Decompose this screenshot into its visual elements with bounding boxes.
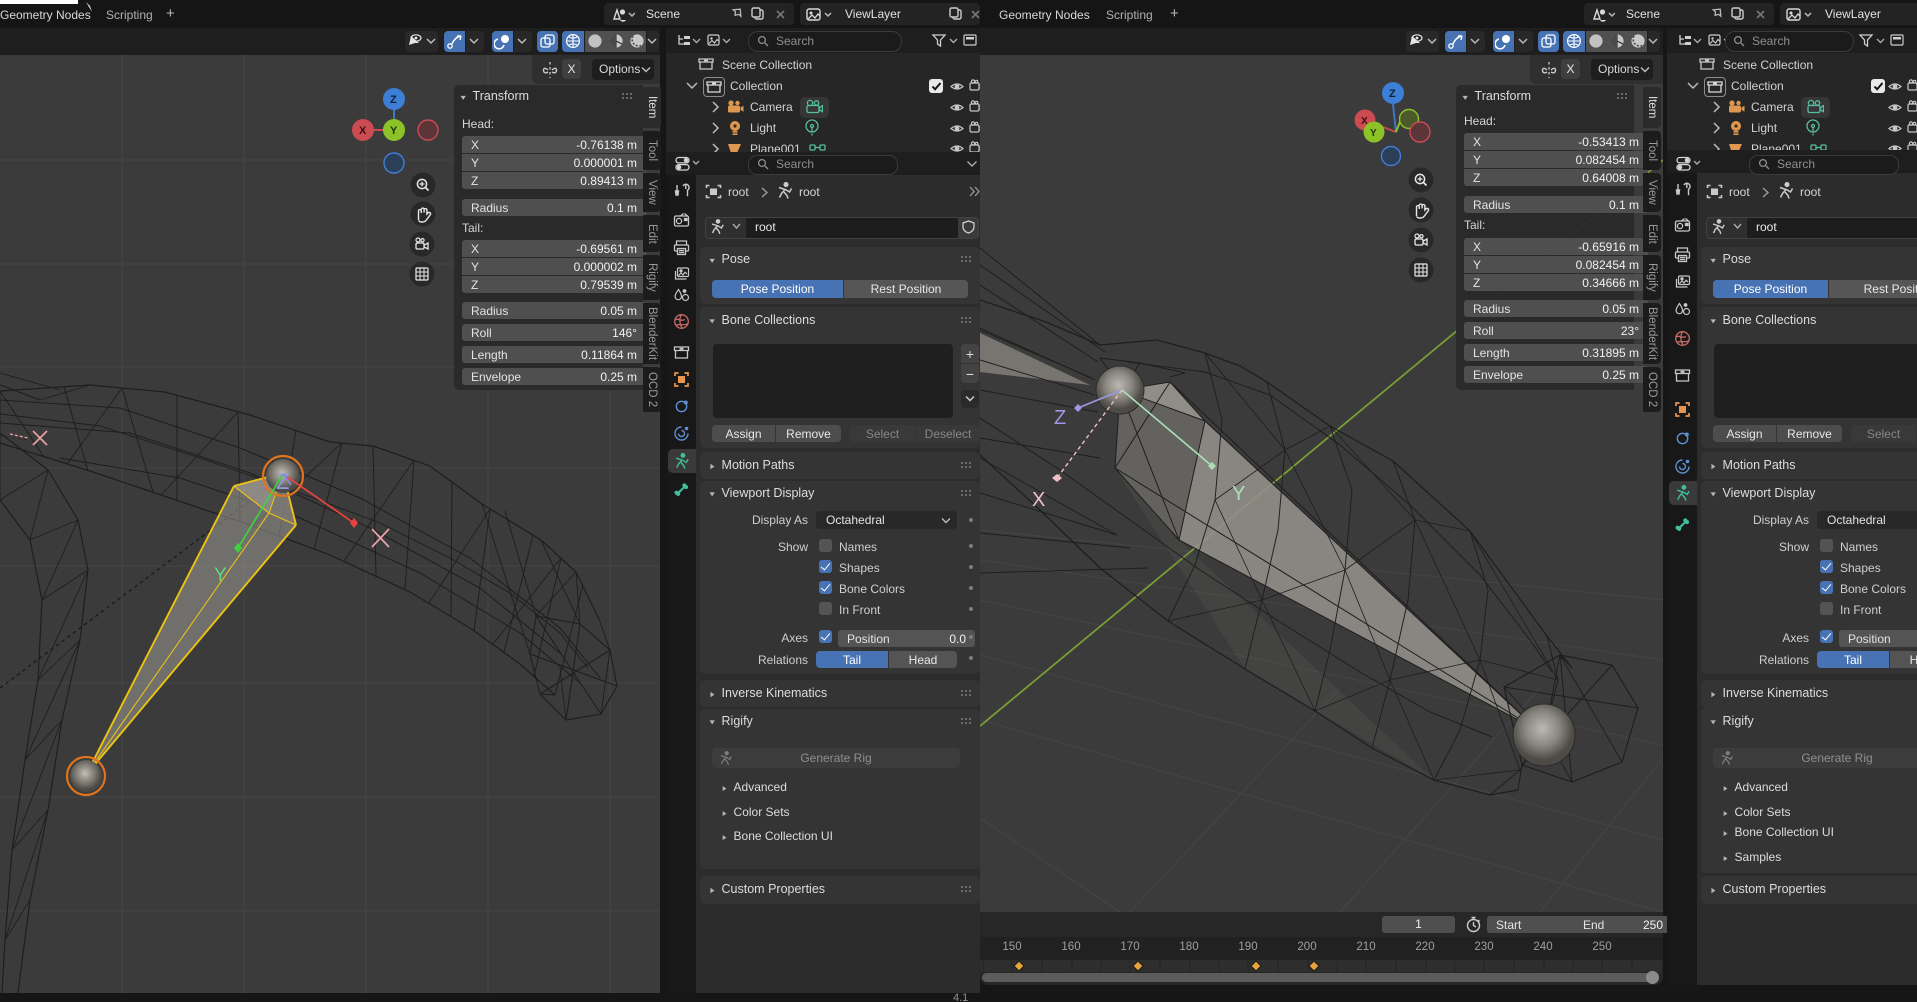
svg-text:Y: Y bbox=[1232, 483, 1245, 505]
svg-text:X: X bbox=[359, 125, 367, 137]
svg-text:Y: Y bbox=[390, 125, 398, 137]
svg-text:Z: Z bbox=[1054, 407, 1066, 429]
svg-text:Z: Z bbox=[390, 94, 397, 106]
svg-text:Z: Z bbox=[276, 469, 289, 494]
svg-text:X: X bbox=[1032, 489, 1045, 511]
svg-text:Z: Z bbox=[1389, 88, 1396, 100]
svg-text:Y: Y bbox=[1370, 128, 1377, 139]
svg-text:Y: Y bbox=[214, 565, 227, 586]
